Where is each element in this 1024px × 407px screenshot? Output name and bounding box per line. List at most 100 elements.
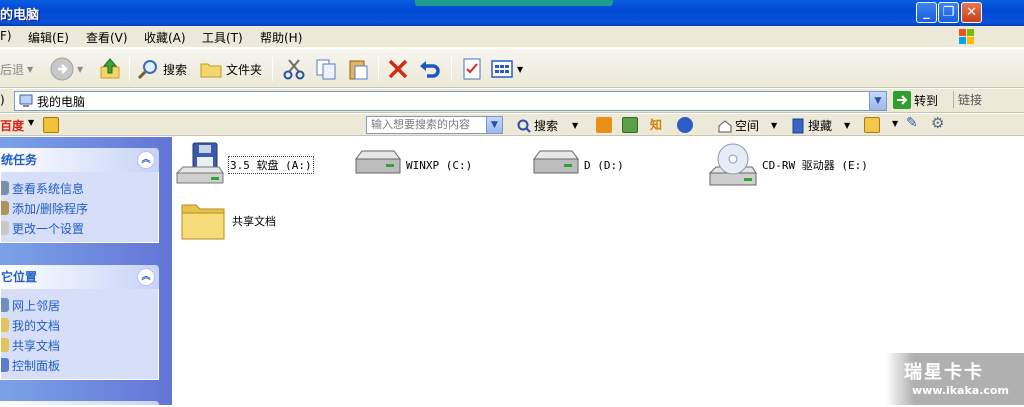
place-my-documents[interactable]: 我的文档 [1,315,158,335]
properties-icon [463,58,481,80]
up-button[interactable] [98,55,122,83]
mp3-icon[interactable] [596,117,612,133]
drive-floppy-a[interactable]: 3.5 软盘 (A:) [175,141,314,189]
control-panel-icon [1,358,9,372]
network-icon [1,298,9,312]
system-info-icon [1,181,9,195]
properties-button[interactable] [460,55,484,83]
system-tasks-header[interactable]: 统任务 ︽ [0,148,159,172]
details-panel [0,401,159,407]
menu-favorites[interactable]: 收藏(A) [144,29,186,46]
folder-up-icon [100,58,120,79]
place-network[interactable]: 网上邻居 [1,295,158,315]
place-control-panel[interactable]: 控制面板 [1,355,158,375]
task-label: 添加/删除程序 [12,201,89,216]
address-dropdown-button[interactable]: ▼ [869,92,886,110]
toolbar-separator [129,57,130,81]
watermark-url: www.ikaka.com [912,384,1009,397]
back-dropdown-icon: ▼ [27,64,34,74]
links-button[interactable]: 链接 [953,91,982,108]
dropdown-icon[interactable]: ▼ [892,119,898,128]
task-view-system-info[interactable]: 查看系统信息 [1,178,158,198]
baidu-logo[interactable]: 百度 [0,117,24,134]
baidu-search-input[interactable]: 输入想要搜索的内容 [366,116,502,134]
title-bar: 的电脑 _ ❐ ✕ [0,0,1024,26]
undo-icon [420,61,440,78]
place-shared-documents[interactable]: 共享文档 [1,335,158,355]
drive-label: D (D:) [584,158,624,172]
address-field[interactable]: 我的电脑 ▼ [14,91,887,111]
task-change-setting[interactable]: 更改一个设置 [1,218,158,238]
scissors-icon [283,59,305,80]
settings-gear-icon[interactable]: ⚙ [931,114,944,132]
folder-shared-documents[interactable]: 共享文档 [178,197,276,245]
system-tasks-body: 查看系统信息 添加/删除程序 更改一个设置 [0,172,159,243]
task-add-remove-programs[interactable]: 添加/删除程序 [1,198,158,218]
zhidao-icon[interactable]: 知 [650,116,662,133]
menu-help[interactable]: 帮助(H) [260,29,302,46]
minimize-button[interactable]: _ [916,2,937,23]
paste-button[interactable] [346,55,370,83]
dropdown-icon: ▼ [572,121,579,130]
search-button[interactable]: 搜索 [136,55,187,83]
delete-button[interactable] [386,55,410,83]
copy-button[interactable] [314,55,338,83]
toolbar-separator [378,57,379,81]
drive-d[interactable]: D (D:) [530,141,624,189]
paste-icon [349,60,368,80]
search-icon [517,119,531,133]
hard-drive-icon [355,150,401,174]
forward-button[interactable]: ▼ [50,55,83,83]
task-label: 查看系统信息 [12,181,85,196]
baidu-search-dropdown[interactable]: ▼ [486,116,503,134]
place-label: 网上邻居 [12,298,61,313]
baidu-search-button[interactable]: 搜索 ▼ [516,117,578,134]
task-pane: 统任务 ︽ 查看系统信息 添加/删除程序 更改一个设置 它位置 ︽ 网上邻居 我… [0,137,172,405]
hard-drive-icon [533,150,579,174]
drive-cd-e[interactable]: CD-RW 驱动器 (E:) [708,141,868,189]
menu-tools[interactable]: 工具(T) [202,29,243,46]
collapse-chevron-icon[interactable]: ︽ [137,268,155,286]
cut-button[interactable] [282,55,306,83]
menu-edit[interactable]: 编辑(E) [28,29,69,46]
restore-button[interactable]: ❐ [938,2,959,23]
folders-label: 文件夹 [226,62,263,77]
undo-button[interactable] [418,55,442,83]
back-label: 后退 [0,62,25,77]
image-icon[interactable] [622,117,638,133]
menu-file[interactable]: F) [0,29,12,43]
other-places-header[interactable]: 它位置 ︽ [0,265,159,289]
shared-folder-icon [1,338,9,352]
go-button[interactable]: 转到 [893,91,938,109]
dropdown-icon: ▼ [844,121,851,130]
pencil-icon[interactable]: ✎ [906,115,918,131]
collect-button[interactable]: 搜藏 ▼ [790,117,850,134]
system-tasks-title: 统任务 [1,153,38,167]
collapse-chevron-icon[interactable]: ︽ [137,151,155,169]
baidu-toolbar: 百度 ▼ 输入想要搜索的内容 ▼ 搜索 ▼ 知 空间 ▼ 搜藏 ▼ ▼ ✎ ⚙ [0,114,1024,136]
place-label: 共享文档 [12,338,61,353]
window-title: 的电脑 [0,8,40,23]
space-label: 空间 [735,119,760,133]
doraemon-icon[interactable] [677,117,693,133]
views-button[interactable]: ▼ [490,55,523,83]
baidu-dropdown-icon[interactable]: ▼ [28,118,34,127]
account-icon[interactable] [864,117,880,133]
bookmark-icon [792,118,804,133]
back-button[interactable]: 后退 ▼ [0,55,33,83]
place-label: 我的文档 [12,318,61,333]
close-button[interactable]: ✕ [961,2,982,23]
windows-logo-icon [959,29,974,44]
my-documents-icon [1,318,9,332]
space-button[interactable]: 空间 ▼ [717,117,777,134]
baidu-badge-icon[interactable] [43,117,59,133]
forward-dropdown-icon: ▼ [77,64,84,74]
menu-view[interactable]: 查看(V) [86,29,128,46]
forward-arrow-icon [50,57,74,81]
search-label: 搜索 [163,62,188,77]
cd-drive-icon [708,143,757,186]
task-label: 更改一个设置 [12,221,85,236]
folders-button[interactable]: 文件夹 [199,55,262,83]
drive-c[interactable]: WINXP (C:) [352,141,472,189]
views-dropdown-icon: ▼ [517,64,524,74]
